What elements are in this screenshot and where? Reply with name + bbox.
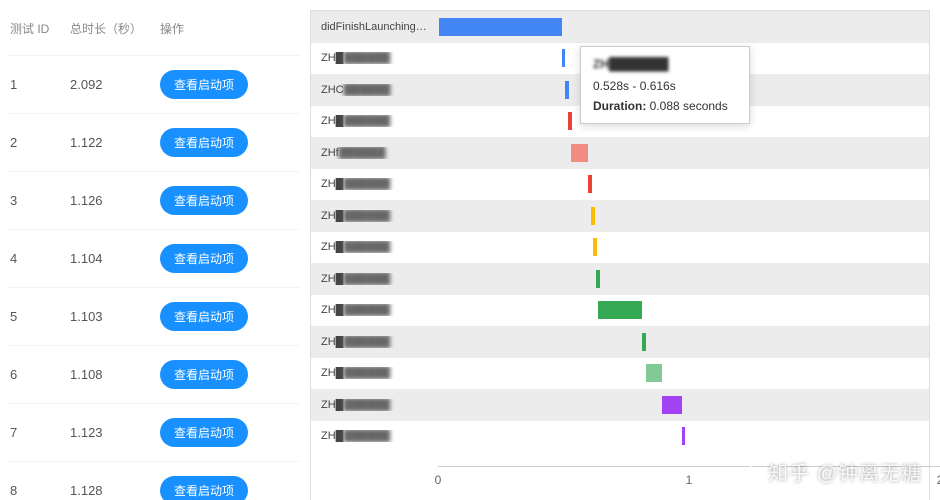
gantt-label: ZH███████ xyxy=(311,52,439,64)
gantt-bar[interactable] xyxy=(682,427,686,445)
gantt-label: ZH███████ xyxy=(311,336,439,348)
view-startup-button[interactable]: 查看启动项 xyxy=(160,360,248,389)
cell-duration: 1.122 xyxy=(66,114,156,172)
x-axis: 0 1 2 xyxy=(438,466,940,496)
gantt-track xyxy=(439,200,929,232)
gantt-track xyxy=(439,263,929,295)
axis-tick: 1 xyxy=(686,473,693,487)
gantt-track xyxy=(439,326,929,358)
gantt-row: ZH███████ xyxy=(311,389,929,421)
gantt-row: ZH███████ xyxy=(311,358,929,390)
gantt-label: ZH███████ xyxy=(311,273,439,285)
cell-id: 7 xyxy=(6,404,66,462)
gantt-track xyxy=(439,358,929,390)
cell-duration: 1.104 xyxy=(66,230,156,288)
gantt-track xyxy=(439,295,929,327)
gantt-row: ZH███████ xyxy=(311,295,929,327)
gantt-bar[interactable] xyxy=(565,81,569,99)
table-row: 71.123查看启动项 xyxy=(6,404,300,462)
table-row: 31.126查看启动项 xyxy=(6,172,300,230)
view-startup-button[interactable]: 查看启动项 xyxy=(160,128,248,157)
results-table: 测试 ID 总时长（秒） 操作 12.092查看启动项21.122查看启动项31… xyxy=(0,0,300,500)
gantt-label: ZH███████ xyxy=(311,241,439,253)
view-startup-button[interactable]: 查看启动项 xyxy=(160,418,248,447)
gantt-label: ZH███████ xyxy=(311,430,439,442)
gantt-bar[interactable] xyxy=(662,396,682,414)
gantt-label: didFinishLaunching… xyxy=(311,21,439,33)
tooltip-duration: Duration: 0.088 seconds xyxy=(593,99,737,113)
gantt-track xyxy=(439,389,929,421)
gantt-track xyxy=(439,421,929,453)
col-action: 操作 xyxy=(156,8,300,56)
gantt-label: ZH███████ xyxy=(311,304,439,316)
cell-id: 8 xyxy=(6,462,66,500)
cell-id: 2 xyxy=(6,114,66,172)
gantt-row: ZHf██████ xyxy=(311,137,929,169)
gantt-bar[interactable] xyxy=(568,112,572,130)
gantt-label: ZHC██████ xyxy=(311,84,439,96)
gantt-row: ZH███████ xyxy=(311,200,929,232)
axis-tick: 0 xyxy=(435,473,442,487)
gantt-bar[interactable] xyxy=(591,207,595,225)
cell-id: 6 xyxy=(6,346,66,404)
cell-id: 5 xyxy=(6,288,66,346)
gantt-bar[interactable] xyxy=(571,144,588,162)
table-row: 21.122查看启动项 xyxy=(6,114,300,172)
cell-duration: 1.108 xyxy=(66,346,156,404)
table-row: 41.104查看启动项 xyxy=(6,230,300,288)
axis-tick: 2 xyxy=(937,473,940,487)
gantt-bar[interactable] xyxy=(598,301,642,319)
view-startup-button[interactable]: 查看启动项 xyxy=(160,476,248,500)
col-duration: 总时长（秒） xyxy=(66,8,156,56)
gantt-row: ZH███████ xyxy=(311,421,929,453)
table-row: 12.092查看启动项 xyxy=(6,56,300,114)
gantt-track xyxy=(439,169,929,201)
gantt-label: ZH███████ xyxy=(311,115,439,127)
gantt-track xyxy=(439,232,929,264)
cell-duration: 1.126 xyxy=(66,172,156,230)
tooltip-title: ZH███████ xyxy=(593,57,737,71)
gantt-bar[interactable] xyxy=(642,333,646,351)
tooltip: ZH███████ 0.528s - 0.616s Duration: 0.08… xyxy=(580,46,750,124)
gantt-label: ZHf██████ xyxy=(311,147,439,159)
tooltip-range: 0.528s - 0.616s xyxy=(593,79,737,93)
cell-id: 4 xyxy=(6,230,66,288)
col-id: 测试 ID xyxy=(6,8,66,56)
gantt-row: didFinishLaunching… xyxy=(311,11,929,43)
table-row: 81.128查看启动项 xyxy=(6,462,300,500)
gantt-bar[interactable] xyxy=(593,238,597,256)
cell-duration: 1.128 xyxy=(66,462,156,500)
gantt-bar[interactable] xyxy=(596,270,600,288)
cell-id: 3 xyxy=(6,172,66,230)
cell-duration: 1.103 xyxy=(66,288,156,346)
cell-duration: 2.092 xyxy=(66,56,156,114)
view-startup-button[interactable]: 查看启动项 xyxy=(160,302,248,331)
gantt-row: ZH███████ xyxy=(311,232,929,264)
gantt-bar[interactable] xyxy=(646,364,662,382)
gantt-label: ZH███████ xyxy=(311,210,439,222)
gantt-label: ZH███████ xyxy=(311,367,439,379)
cell-id: 1 xyxy=(6,56,66,114)
view-startup-button[interactable]: 查看启动项 xyxy=(160,244,248,273)
table-row: 61.108查看启动项 xyxy=(6,346,300,404)
table-row: 51.103查看启动项 xyxy=(6,288,300,346)
gantt-track xyxy=(439,11,929,43)
cell-duration: 1.123 xyxy=(66,404,156,462)
gantt-row: ZH███████ xyxy=(311,263,929,295)
gantt-bar[interactable] xyxy=(588,175,592,193)
gantt-row: ZH███████ xyxy=(311,326,929,358)
gantt-bar[interactable] xyxy=(439,18,562,36)
gantt-row: ZH███████ xyxy=(311,169,929,201)
view-startup-button[interactable]: 查看启动项 xyxy=(160,186,248,215)
gantt-label: ZH███████ xyxy=(311,399,439,411)
gantt-track xyxy=(439,137,929,169)
gantt-bar[interactable] xyxy=(562,49,566,67)
gantt-label: ZH███████ xyxy=(311,178,439,190)
view-startup-button[interactable]: 查看启动项 xyxy=(160,70,248,99)
